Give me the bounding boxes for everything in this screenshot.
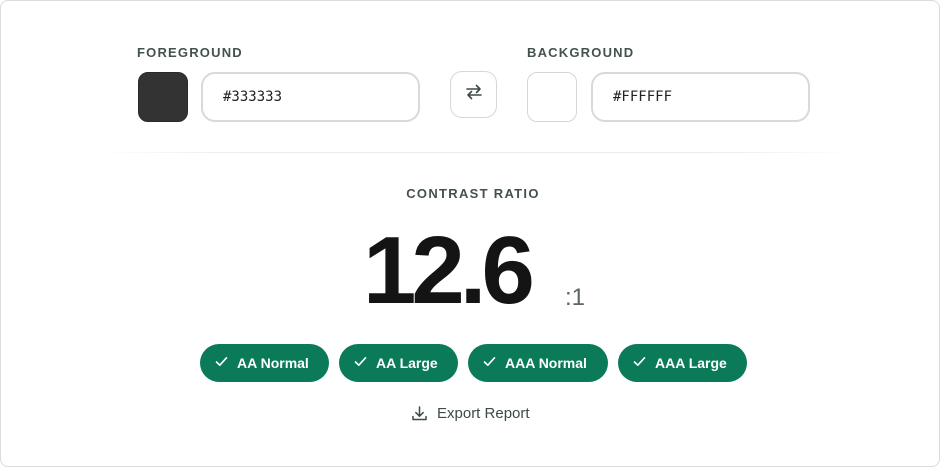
- badge-aaa-large: AAA Large: [618, 344, 747, 382]
- background-swatch[interactable]: [527, 72, 577, 122]
- badge-aaa-normal: AAA Normal: [468, 344, 608, 382]
- foreground-swatch[interactable]: [138, 72, 188, 122]
- export-report-label: Export Report: [437, 405, 530, 422]
- check-icon: [483, 355, 496, 371]
- check-icon: [215, 355, 228, 371]
- contrast-ratio-suffix: :1: [565, 284, 586, 311]
- check-icon: [354, 355, 367, 371]
- badge-label: AA Normal: [237, 355, 309, 371]
- badge-aa-normal: AA Normal: [200, 344, 329, 382]
- swap-arrows-icon: [464, 82, 484, 107]
- contrast-checker-card: FOREGROUND BACKGROUND CONTRAST RATIO 12.…: [0, 0, 940, 467]
- badge-aa-large: AA Large: [339, 344, 458, 382]
- badge-label: AA Large: [376, 355, 438, 371]
- background-label: BACKGROUND: [527, 45, 635, 60]
- foreground-hex-input[interactable]: [201, 72, 420, 122]
- contrast-ratio-label: CONTRAST RATIO: [406, 186, 540, 201]
- badge-label: AAA Normal: [505, 355, 587, 371]
- contrast-ratio-value: 12.6: [363, 217, 535, 324]
- badge-label: AAA Large: [655, 355, 727, 371]
- check-icon: [633, 355, 646, 371]
- swap-colors-button[interactable]: [450, 71, 497, 118]
- compliance-badges: AA Normal AA Large AAA Normal AAA Large: [200, 344, 747, 382]
- background-hex-input[interactable]: [591, 72, 810, 122]
- divider: [96, 152, 856, 153]
- download-icon: [411, 405, 428, 422]
- export-report-button[interactable]: Export Report: [411, 405, 530, 422]
- foreground-label: FOREGROUND: [137, 45, 243, 60]
